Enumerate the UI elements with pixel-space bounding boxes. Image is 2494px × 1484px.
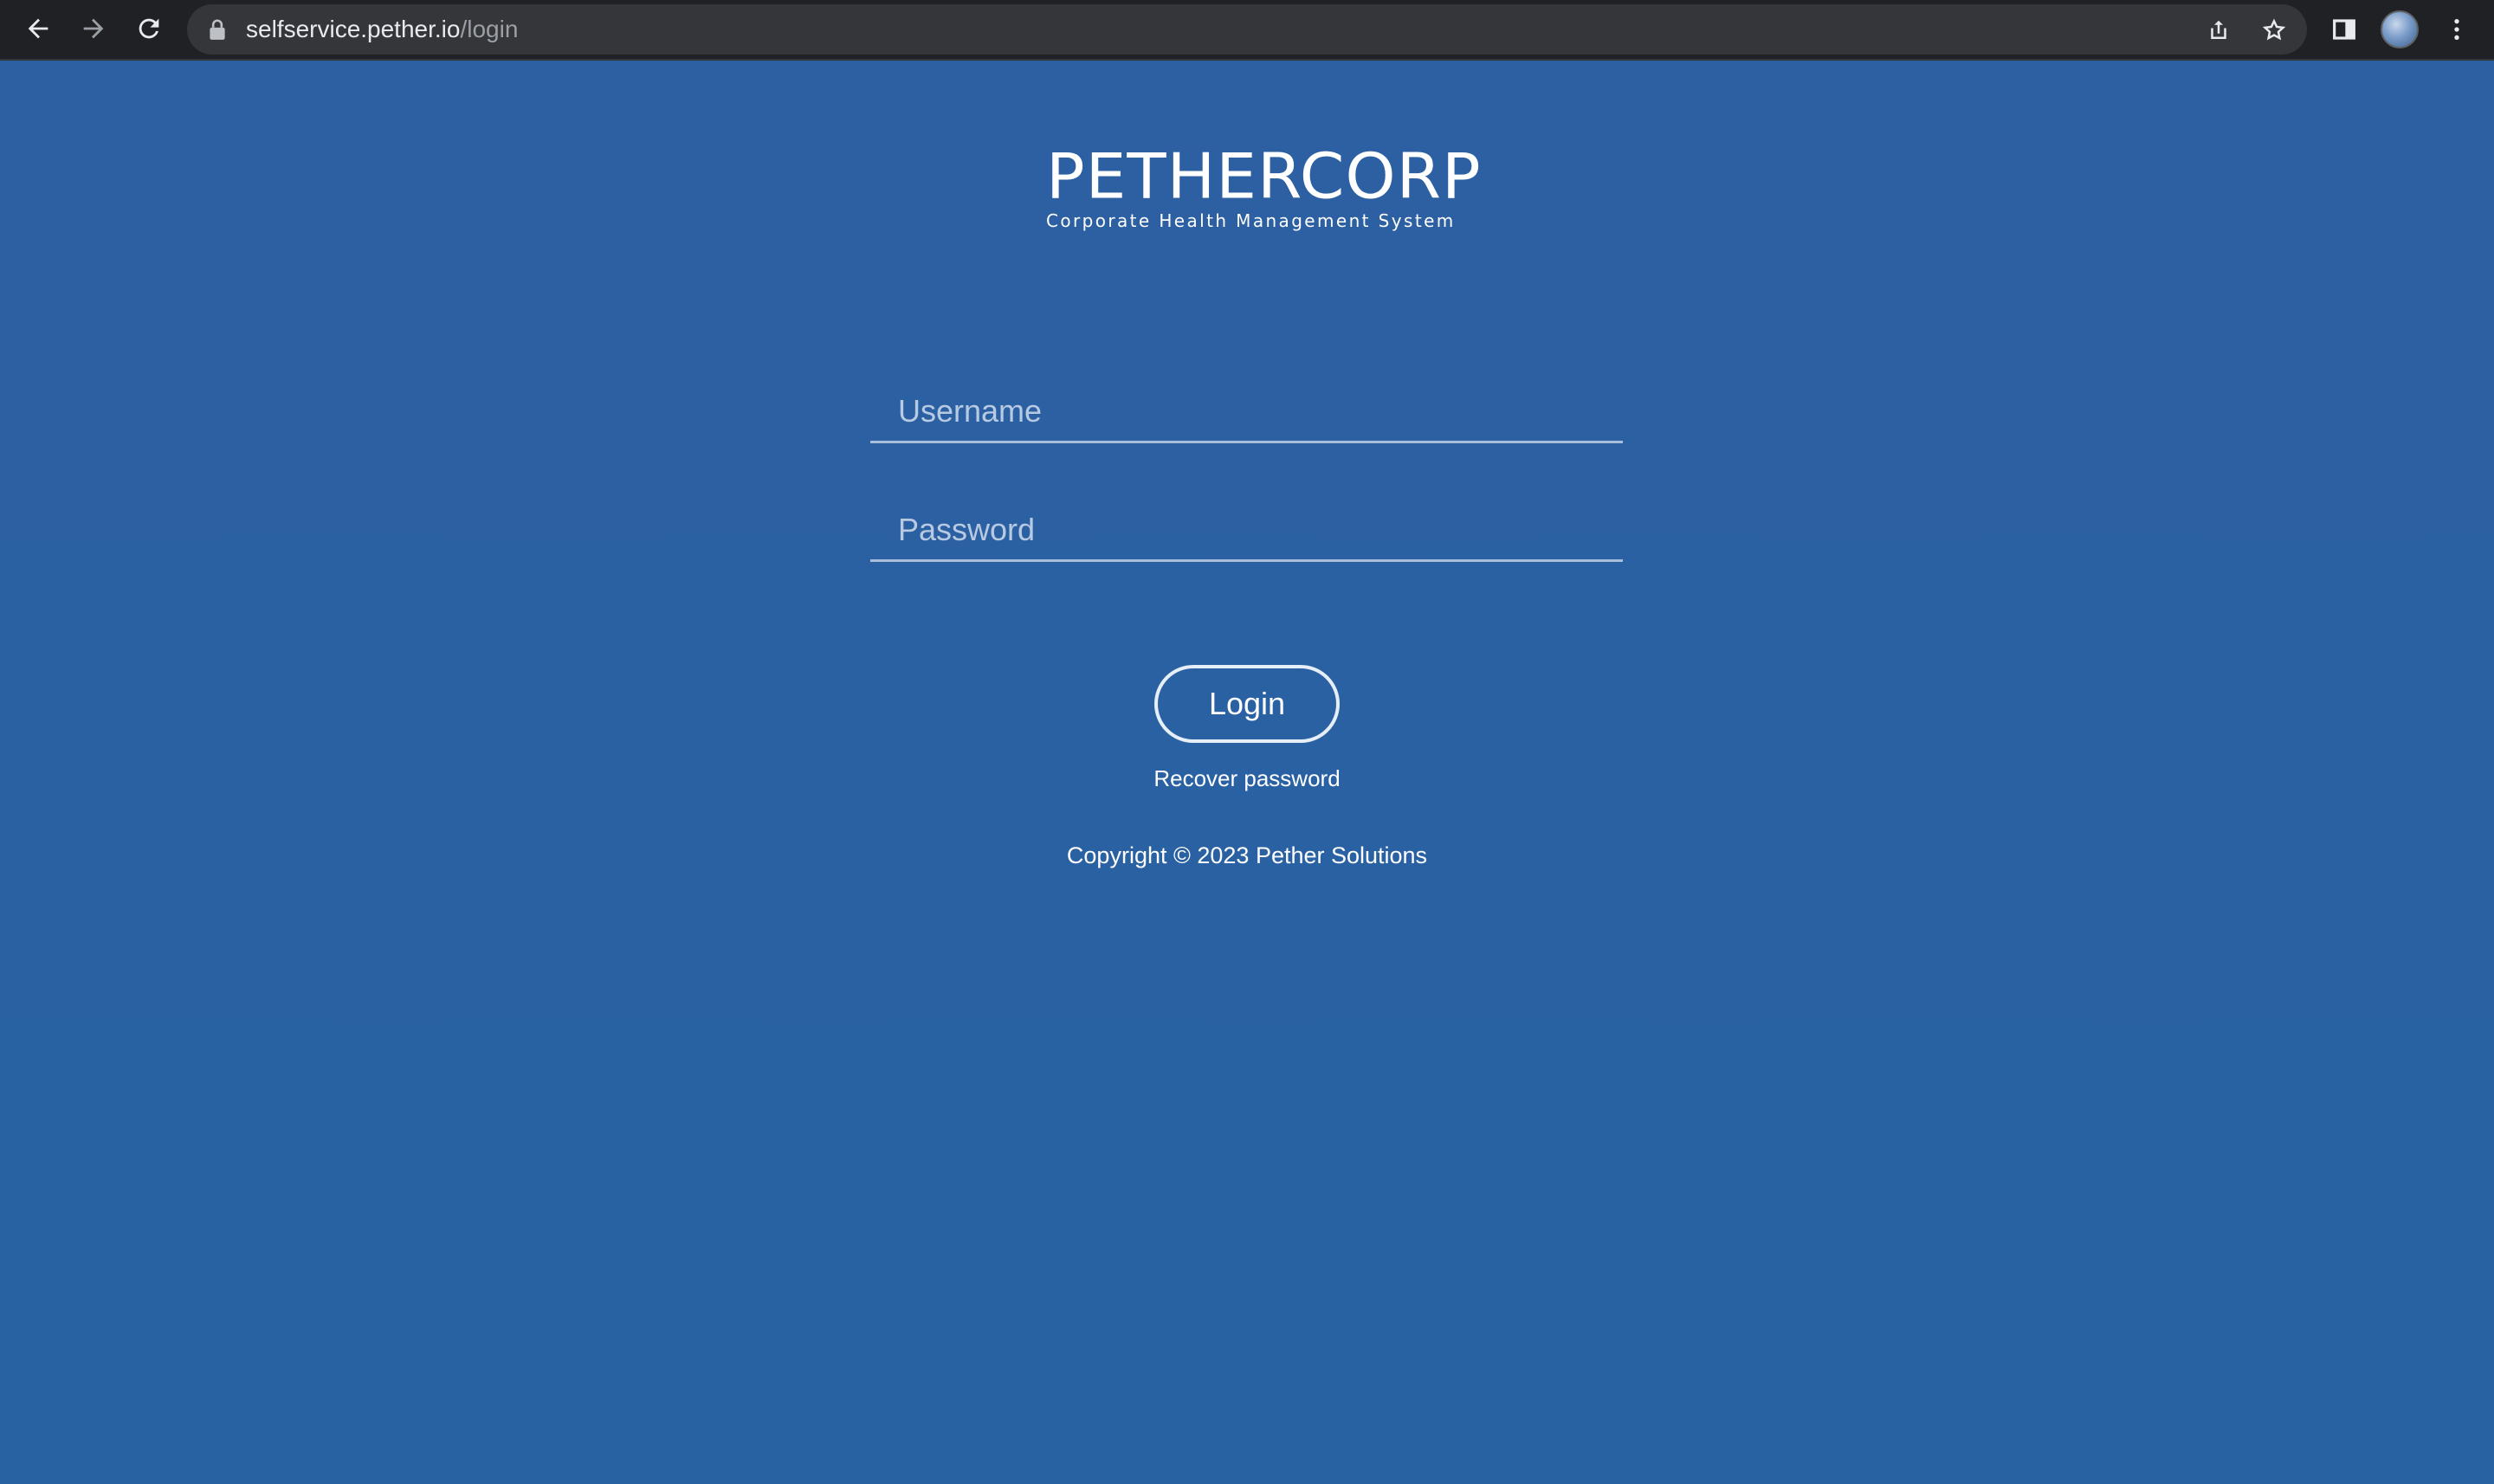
copyright-text: Copyright © 2023 Pether Solutions bbox=[1066, 842, 1428, 868]
url-path: /login bbox=[460, 16, 519, 42]
bookmark-star-icon[interactable] bbox=[2258, 15, 2290, 46]
more-menu-icon[interactable] bbox=[2437, 10, 2477, 49]
password-field[interactable] bbox=[870, 501, 1623, 562]
share-icon[interactable] bbox=[2203, 15, 2234, 46]
username-input[interactable] bbox=[898, 383, 1591, 440]
pethercorp-logo: PETHERCORP Corporate Health Management S… bbox=[1046, 139, 1482, 232]
profile-avatar[interactable] bbox=[2380, 10, 2420, 49]
back-icon[interactable] bbox=[19, 10, 57, 48]
password-input[interactable] bbox=[898, 501, 1591, 558]
recover-password-link[interactable]: Recover password bbox=[1074, 764, 1420, 793]
url-host: selfservice.pether.io bbox=[246, 16, 461, 42]
avatar bbox=[2381, 10, 2419, 48]
logo-wordmark: PETHERCORP bbox=[1046, 139, 1482, 214]
browser-toolbar: selfservice.pether.io/login bbox=[0, 0, 2494, 61]
lock-icon[interactable] bbox=[206, 17, 229, 42]
username-field[interactable] bbox=[870, 383, 1623, 443]
address-bar[interactable]: selfservice.pether.io/login bbox=[187, 4, 2307, 55]
url-text: selfservice.pether.io/login bbox=[246, 4, 518, 55]
side-panel-icon[interactable] bbox=[2324, 10, 2364, 49]
forward-icon[interactable] bbox=[74, 10, 113, 48]
login-page: PETHERCORP Corporate Health Management S… bbox=[0, 61, 2494, 1484]
reload-icon[interactable] bbox=[130, 10, 168, 48]
login-button[interactable]: Login bbox=[1154, 665, 1340, 743]
